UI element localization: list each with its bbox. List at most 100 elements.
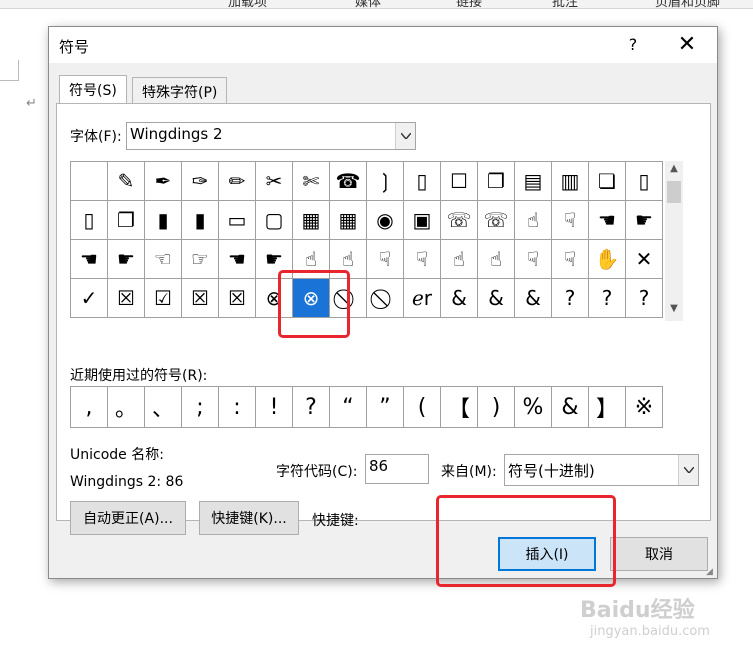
recent-symbol-cell[interactable]: : [218, 386, 256, 428]
symbol-cell[interactable]: ☚ [588, 200, 626, 240]
symbol-cell[interactable]: ▮ [144, 200, 182, 240]
symbol-cell[interactable]: ☛ [625, 200, 663, 240]
recent-symbol-cell[interactable]: “ [329, 386, 367, 428]
symbol-cell[interactable]: ❐ [477, 161, 515, 201]
symbol-cell[interactable]: ▯ [70, 200, 108, 240]
cancel-button[interactable]: 取消 [610, 537, 708, 571]
symbol-cell[interactable]: ☟ [514, 239, 552, 279]
recent-symbol-cell[interactable]: ※ [625, 386, 663, 428]
tab-symbols[interactable]: 符号(S) [59, 75, 127, 103]
symbol-cell[interactable]: ▦ [329, 200, 367, 240]
symbol-cell[interactable]: ▥ [551, 161, 589, 201]
symbol-cell[interactable]: ☏ [477, 200, 515, 240]
symbol-cell[interactable]: ☛ [107, 239, 145, 279]
recent-symbol-cell[interactable]: ( [403, 386, 441, 428]
symbol-cell[interactable]: ▯ [403, 161, 441, 201]
recent-symbols-label: 近期使用过的符号(R): [70, 368, 208, 384]
tab-special-characters[interactable]: 特殊字符(P) [132, 77, 228, 103]
symbol-cell[interactable]: ? [551, 278, 589, 318]
symbol-cell[interactable]: & [514, 278, 552, 318]
symbol-cell[interactable]: ☚ [218, 239, 256, 279]
from-select[interactable]: 符号(十进制) [504, 454, 699, 486]
symbol-cell[interactable]: ☑ [144, 278, 182, 318]
symbol-cell[interactable]: ▤ [514, 161, 552, 201]
symbol-cell[interactable]: ☝ [440, 239, 478, 279]
symbol-cell[interactable]: ☒ [107, 278, 145, 318]
symbol-cell[interactable]: ❏ [588, 161, 626, 201]
symbol-cell[interactable]: ☟ [403, 239, 441, 279]
symbol-cell[interactable]: ☎ [329, 161, 367, 201]
symbol-cell[interactable]: ☜ [144, 239, 182, 279]
chevron-down-icon[interactable] [395, 123, 415, 149]
symbol-cell[interactable]: ☒ [181, 278, 219, 318]
recent-symbol-cell[interactable]: , [70, 386, 108, 428]
symbol-cell[interactable]: ☒ [218, 278, 256, 318]
ribbon-item-comments[interactable]: 批注 [552, 0, 578, 8]
recent-symbol-cell[interactable]: ) [477, 386, 515, 428]
symbol-cell[interactable]: ◉ [366, 200, 404, 240]
shortcut-key-button[interactable]: 快捷键(K)... [199, 501, 299, 535]
symbol-cell[interactable]: ❐ [107, 200, 145, 240]
symbol-cell[interactable]: ✂ [255, 161, 293, 201]
symbol-cell[interactable]: ❳ [366, 161, 404, 201]
symbol-cell[interactable]: ▮ [181, 200, 219, 240]
symbol-cell[interactable]: ▦ [292, 200, 330, 240]
ribbon-item-addins[interactable]: 加载项 [228, 0, 267, 8]
ribbon-item-header-footer[interactable]: 页眉和页脚 [655, 0, 720, 8]
close-button[interactable]: ✕ [675, 32, 699, 58]
symbol-cell[interactable]: ▢ [255, 200, 293, 240]
recent-symbol-cell[interactable]: ; [181, 386, 219, 428]
autocorrect-button[interactable]: 自动更正(A)... [70, 501, 186, 535]
scroll-down-icon[interactable]: ▼ [665, 303, 683, 319]
symbol-cell[interactable]: ☏ [440, 200, 478, 240]
symbol-cell[interactable]: ✕ [625, 239, 663, 279]
char-code-input[interactable]: 86 [365, 454, 429, 484]
symbol-cell[interactable]: ✑ [181, 161, 219, 201]
chevron-down-icon[interactable] [678, 455, 698, 485]
recent-symbol-cell[interactable]: ? [292, 386, 330, 428]
symbol-cell[interactable]: & [477, 278, 515, 318]
recent-symbol-cell[interactable]: 【 [440, 386, 478, 428]
symbol-cell[interactable]: ⃠ [366, 278, 404, 318]
scroll-thumb[interactable] [667, 181, 681, 203]
symbol-cell[interactable]: ☟ [366, 239, 404, 279]
ribbon-item-links[interactable]: 链接 [456, 0, 482, 8]
from-label: 来自(M): [441, 464, 497, 480]
symbol-cell[interactable]: ☟ [551, 200, 589, 240]
recent-symbol-cell[interactable]: 】 [588, 386, 626, 428]
symbol-cell[interactable]: ✒ [144, 161, 182, 201]
recent-symbol-cell[interactable]: % [514, 386, 552, 428]
symbol-cell[interactable]: ℯr [403, 278, 441, 318]
scroll-up-icon[interactable]: ▲ [665, 163, 683, 179]
symbol-cell[interactable]: ✏ [218, 161, 256, 201]
symbol-cell[interactable]: ? [588, 278, 626, 318]
symbol-cell[interactable]: ☚ [70, 239, 108, 279]
symbol-cell[interactable]: ✋ [588, 239, 626, 279]
font-select[interactable]: Wingdings 2 [126, 122, 416, 150]
symbol-cell[interactable]: ☝ [477, 239, 515, 279]
symbol-cell[interactable]: ✄ [292, 161, 330, 201]
symbol-cell[interactable]: ▯ [625, 161, 663, 201]
symbol-cell[interactable]: ▭ [218, 200, 256, 240]
symbol-cell[interactable]: ☝ [514, 200, 552, 240]
recent-symbol-cell[interactable]: ! [255, 386, 293, 428]
symbol-cell[interactable]: ☞ [181, 239, 219, 279]
recent-symbol-cell[interactable]: 。 [107, 386, 145, 428]
symbol-cell[interactable]: ? [625, 278, 663, 318]
ribbon-item-media[interactable]: 媒体 [355, 0, 381, 8]
recent-symbol-cell[interactable]: ” [366, 386, 404, 428]
symbol-cell[interactable]: ✓ [70, 278, 108, 318]
unicode-name-label: Unicode 名称: [70, 447, 164, 463]
recent-symbol-cell[interactable]: 、 [144, 386, 182, 428]
dialog-titlebar[interactable]: 符号 ? ✕ [49, 27, 717, 63]
symbol-cell[interactable]: ☐ [440, 161, 478, 201]
symbol-cell[interactable]: ✎ [107, 161, 145, 201]
recent-symbol-cell[interactable]: & [551, 386, 589, 428]
symbol-cell[interactable] [70, 161, 108, 201]
help-button[interactable]: ? [623, 34, 643, 56]
symbol-cell[interactable]: ▣ [403, 200, 441, 240]
symbol-cell[interactable]: & [440, 278, 478, 318]
resize-grip-icon[interactable]: ◢ [706, 567, 716, 577]
symbol-grid-scrollbar[interactable]: ▲ ▼ [665, 161, 683, 321]
symbol-cell[interactable]: ☟ [551, 239, 589, 279]
